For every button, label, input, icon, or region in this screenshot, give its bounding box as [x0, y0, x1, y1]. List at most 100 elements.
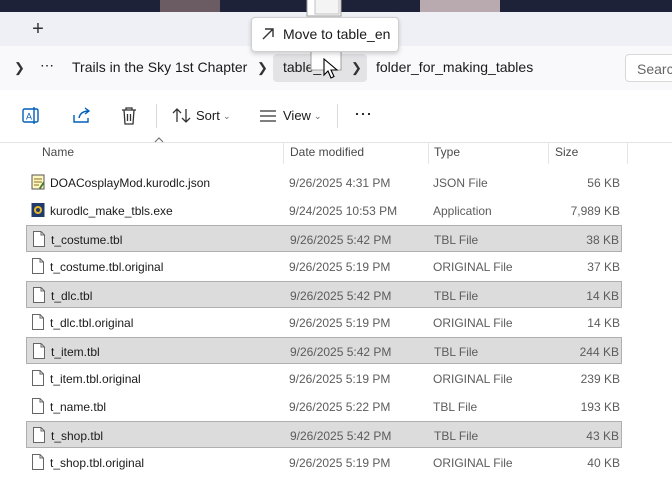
file-size: 193 KB	[580, 400, 620, 414]
breadcrumb-item-current[interactable]: folder_for_making_tables	[376, 59, 533, 75]
file-size: 14 KB	[587, 316, 620, 330]
svg-text:A: A	[26, 112, 32, 122]
column-header-name[interactable]: Name	[42, 145, 74, 159]
file-size: 38 KB	[586, 233, 619, 247]
file-size: 37 KB	[587, 260, 620, 274]
file-icon	[33, 287, 45, 303]
share-icon[interactable]	[70, 104, 94, 128]
file-icon	[32, 398, 44, 414]
breadcrumb-overflow-button[interactable]: ⋯	[40, 57, 54, 74]
file-row[interactable]: t_name.tbl 9/26/2025 5:22 PM TBL File 193 K…	[26, 393, 622, 420]
column-header-type[interactable]: Type	[434, 145, 460, 159]
file-icon	[32, 370, 44, 386]
file-row[interactable]: t_dlc.tbl 9/26/2025 5:42 PM TBL File 14 KB	[26, 281, 622, 308]
column-header-row: Name Date modified Type Size	[0, 137, 672, 164]
file-size: 14 KB	[586, 289, 619, 303]
file-name: DOACosplayMod.kurodlc.json	[50, 176, 211, 190]
rename-icon[interactable]: A	[20, 104, 44, 128]
chevron-right-icon[interactable]: ❯	[14, 60, 25, 76]
drag-drop-tooltip: Move to table_en	[251, 17, 399, 52]
file-date-modified: 9/26/2025 5:42 PM	[290, 429, 392, 443]
desktop-wallpaper-strip	[0, 0, 672, 12]
tooltip-label: Move to table_en	[283, 26, 391, 42]
mouse-cursor-icon	[323, 58, 339, 79]
column-divider[interactable]	[428, 142, 429, 164]
file-name: t_shop.tbl	[51, 429, 104, 443]
file-date-modified: 9/26/2025 4:31 PM	[289, 176, 391, 190]
file-row[interactable]: kurodlc_make_tbls.exe 9/24/2025 10:53 PM A…	[26, 197, 622, 224]
file-date-modified: 9/26/2025 5:19 PM	[289, 456, 391, 470]
breadcrumb-item[interactable]: table_	[283, 59, 321, 75]
more-options-button[interactable]: ⋯	[354, 102, 372, 126]
chevron-down-icon: ⌄	[223, 111, 231, 121]
file-size: 244 KB	[579, 345, 619, 359]
file-name: t_dlc.tbl.original	[50, 316, 134, 330]
chevron-right-icon[interactable]: ❯	[351, 60, 362, 76]
chevron-right-icon[interactable]: ❯	[257, 60, 268, 76]
file-row[interactable]: t_costume.tbl.original 9/26/2025 5:19 PM O…	[26, 253, 622, 280]
column-divider[interactable]	[627, 142, 628, 164]
file-date-modified: 9/26/2025 5:22 PM	[289, 400, 391, 414]
view-icon[interactable]	[256, 104, 280, 128]
sort-button[interactable]: Sort	[196, 104, 220, 128]
file-name: kurodlc_make_tbls.exe	[50, 204, 173, 218]
file-name: t_dlc.tbl	[51, 289, 93, 303]
file-row[interactable]: t_shop.tbl 9/26/2025 5:42 PM TBL File 43 KB	[26, 421, 622, 448]
file-icon	[33, 231, 45, 247]
file-name: t_item.tbl.original	[50, 372, 141, 386]
file-type: TBL File	[434, 289, 479, 303]
column-divider[interactable]	[283, 142, 284, 164]
file-type: TBL File	[434, 233, 479, 247]
new-tab-button[interactable]: +	[24, 16, 52, 42]
file-date-modified: 9/26/2025 5:42 PM	[290, 345, 392, 359]
file-name: t_item.tbl	[51, 345, 100, 359]
column-header-size[interactable]: Size	[555, 145, 578, 159]
file-date-modified: 9/26/2025 5:42 PM	[290, 233, 392, 247]
file-name: t_costume.tbl	[51, 233, 123, 247]
file-type: Application	[433, 204, 492, 218]
file-row[interactable]: t_item.tbl.original 9/26/2025 5:19 PM ORIG…	[26, 365, 622, 392]
file-row[interactable]: t_costume.tbl 9/26/2025 5:42 PM TBL File 38…	[26, 225, 622, 252]
search-box[interactable]: Search	[625, 54, 672, 82]
file-date-modified: 9/26/2025 5:19 PM	[289, 316, 391, 330]
json-file-icon	[31, 174, 45, 190]
file-type: ORIGINAL File	[433, 316, 513, 330]
column-divider[interactable]	[548, 142, 549, 164]
file-type: ORIGINAL File	[433, 260, 513, 274]
file-date-modified: 9/26/2025 5:19 PM	[289, 260, 391, 274]
file-icon	[33, 343, 45, 359]
sort-icon[interactable]	[170, 104, 194, 128]
view-button[interactable]: View	[283, 104, 311, 128]
file-type: TBL File	[434, 429, 479, 443]
file-size: 40 KB	[587, 456, 620, 470]
file-icon	[32, 454, 44, 470]
file-type: TBL File	[434, 345, 479, 359]
file-name: t_name.tbl	[50, 400, 107, 414]
file-type: ORIGINAL File	[433, 456, 513, 470]
file-size: 56 KB	[587, 176, 620, 190]
file-icon	[33, 427, 45, 443]
file-size: 7,989 KB	[570, 204, 620, 218]
file-icon	[32, 258, 44, 274]
file-date-modified: 9/26/2025 5:19 PM	[289, 372, 391, 386]
file-row[interactable]: DOACosplayMod.kurodlc.json 9/26/2025 4:31…	[26, 169, 622, 196]
column-header-date[interactable]: Date modified	[290, 145, 364, 159]
chevron-down-icon: ⌄	[314, 111, 322, 121]
exe-file-icon	[31, 203, 45, 217]
file-type: JSON File	[433, 176, 488, 190]
file-type: ORIGINAL File	[433, 372, 513, 386]
file-type: TBL File	[433, 400, 478, 414]
delete-icon[interactable]	[117, 104, 141, 128]
arrow-up-right-icon	[262, 28, 274, 40]
file-row[interactable]: t_shop.tbl.original 9/26/2025 5:19 PM ORIG…	[26, 449, 622, 476]
file-size: 43 KB	[586, 429, 619, 443]
command-bar: A Sort ⌄ View ⌄ ⋯	[0, 90, 672, 143]
breadcrumb-item[interactable]: Trails in the Sky 1st Chapter	[72, 59, 247, 75]
file-name: t_costume.tbl.original	[50, 260, 164, 274]
file-row[interactable]: t_dlc.tbl.original 9/26/2025 5:19 PM ORIGI…	[26, 309, 622, 336]
toolbar-divider	[156, 104, 157, 128]
sort-ascending-icon	[154, 137, 164, 143]
file-size: 239 KB	[580, 372, 620, 386]
file-row[interactable]: t_item.tbl 9/26/2025 5:42 PM TBL File 244 K…	[26, 337, 622, 364]
file-icon	[32, 314, 44, 330]
